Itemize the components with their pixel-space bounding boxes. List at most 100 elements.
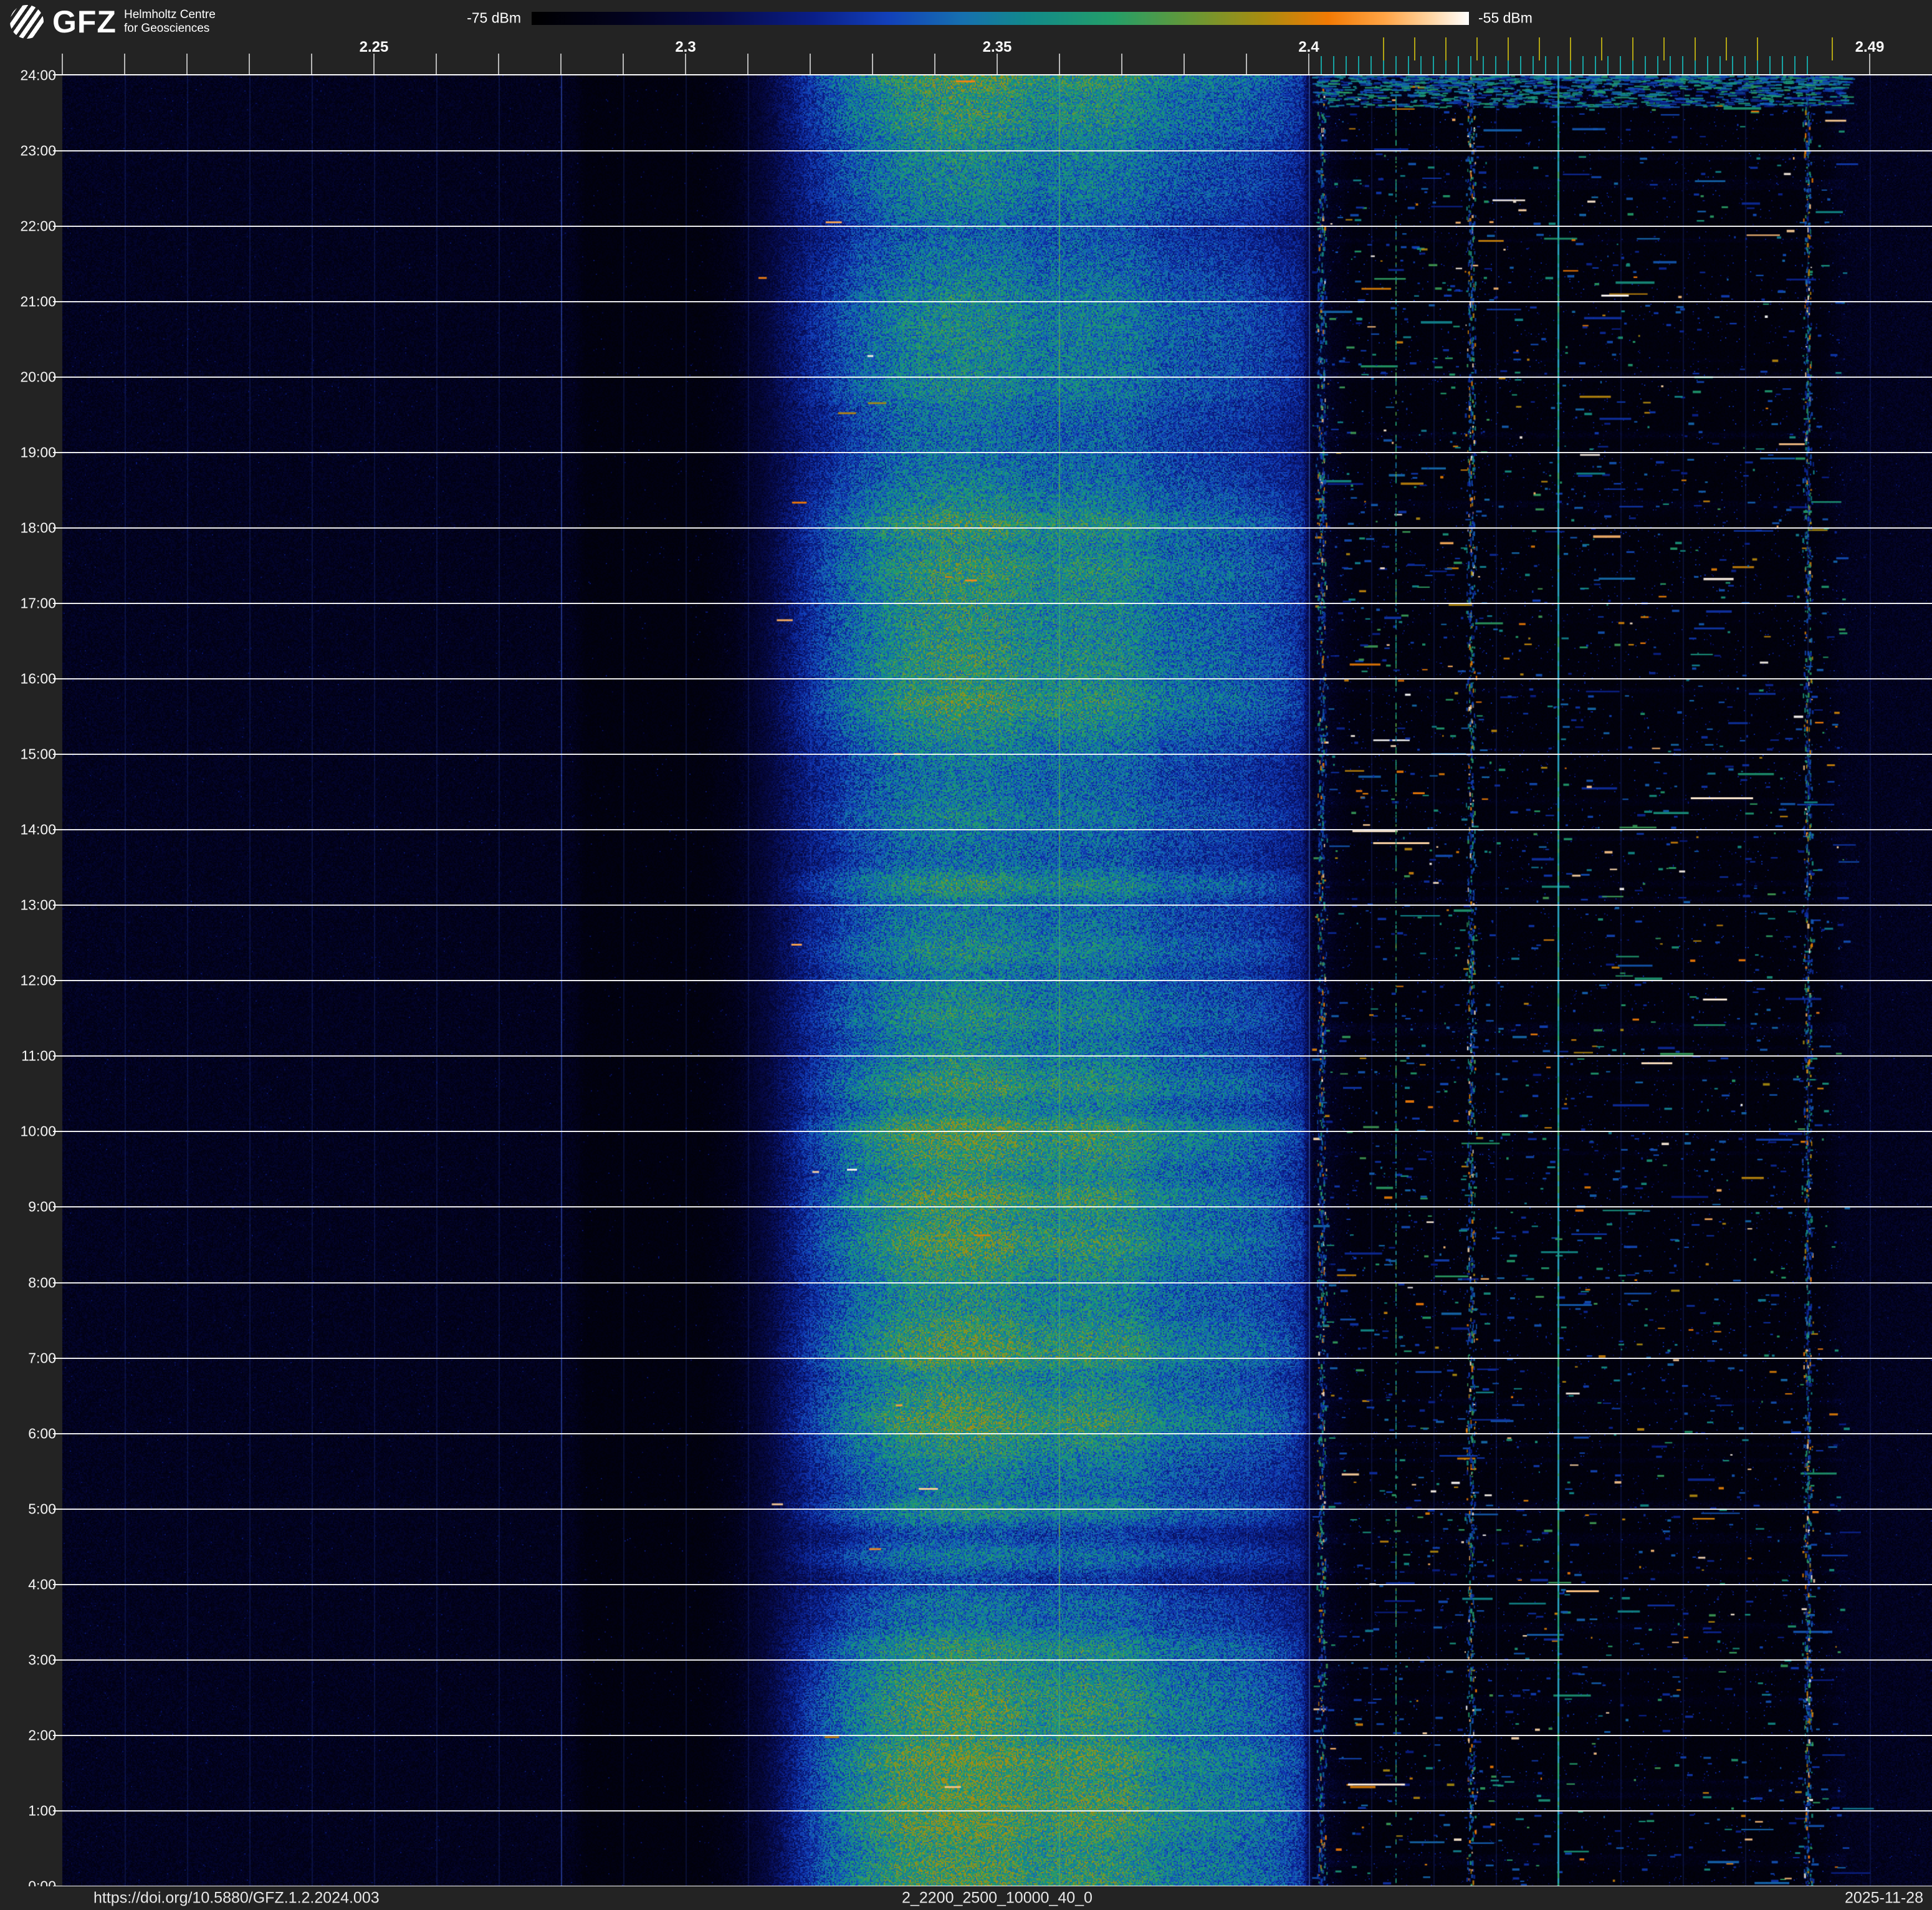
ble-channel-tick xyxy=(1346,56,1347,74)
footer-date: 2025-11-28 xyxy=(1844,1889,1923,1907)
freq-tick xyxy=(311,54,312,74)
freq-tick xyxy=(1121,54,1122,74)
ble-channel-tick xyxy=(1807,56,1808,74)
time-axis-label: 4:00 xyxy=(28,1576,56,1593)
freq-tick xyxy=(373,54,375,74)
time-axis-label: 8:00 xyxy=(28,1274,56,1291)
hour-gridline xyxy=(53,1055,1932,1057)
hour-gridline xyxy=(53,1357,1932,1359)
wifi-channel-tick xyxy=(1445,37,1447,60)
freq-tick xyxy=(62,54,63,74)
time-axis-label: 23:00 xyxy=(20,142,56,159)
hour-gridline xyxy=(53,150,1932,152)
wifi-channel-tick xyxy=(1757,37,1758,60)
ble-channel-tick xyxy=(1458,56,1459,74)
ble-channel-tick xyxy=(1333,56,1334,74)
ble-channel-tick xyxy=(1395,56,1397,74)
gfz-logo-subtitle-line2: for Geosciences xyxy=(123,22,210,35)
wifi-channel-tick xyxy=(1570,37,1571,60)
ble-channel-tick xyxy=(1582,56,1584,74)
ble-channel-tick xyxy=(1408,56,1409,74)
wifi-channel-tick xyxy=(1539,37,1540,60)
hour-gridline xyxy=(53,1131,1932,1133)
freq-tick xyxy=(498,54,499,74)
hour-gridline xyxy=(53,678,1932,680)
gfz-logo-subtitle: Helmholtz Centre for Geosciences xyxy=(124,8,216,36)
time-axis-label: 2:00 xyxy=(28,1727,56,1744)
freq-axis-label: 2.35 xyxy=(982,39,1012,55)
colorbar-min-label: -75 dBm xyxy=(467,9,521,26)
ble-channel-tick xyxy=(1433,56,1434,74)
hour-gridline xyxy=(53,527,1932,529)
ble-channel-tick xyxy=(1645,56,1646,74)
footer-filename: 2_2200_2500_10000_40_0 xyxy=(902,1889,1093,1907)
wifi-channel-tick xyxy=(1414,37,1415,60)
ble-channel-tick xyxy=(1657,56,1658,74)
ble-channel-tick xyxy=(1358,56,1359,74)
gfz-logo-abbr: GFZ xyxy=(52,4,117,39)
time-axis-label: 17:00 xyxy=(20,595,56,612)
time-axis-label: 5:00 xyxy=(28,1500,56,1517)
time-axis-label: 18:00 xyxy=(20,519,56,536)
ble-channel-tick xyxy=(1420,56,1422,74)
ble-channel-tick xyxy=(1794,56,1796,74)
hour-gridline xyxy=(53,1734,1932,1736)
hour-gridline xyxy=(53,980,1932,982)
freq-tick xyxy=(560,54,562,74)
wifi-channel-tick xyxy=(1383,37,1384,60)
time-axis-label: 3:00 xyxy=(28,1651,56,1668)
freq-tick xyxy=(186,54,188,74)
wifi-channel-tick xyxy=(1476,37,1478,60)
wifi-channel-tick xyxy=(1632,37,1633,60)
freq-tick xyxy=(1246,54,1247,74)
time-axis-label: 6:00 xyxy=(28,1425,56,1442)
gfz-logo-subtitle-line1: Helmholtz Centre xyxy=(123,8,216,21)
freq-tick xyxy=(685,54,686,74)
freq-tick xyxy=(997,54,998,74)
time-axis-label: 21:00 xyxy=(20,293,56,310)
ble-channel-tick xyxy=(1769,56,1771,74)
ble-channel-tick xyxy=(1595,56,1596,74)
wifi-channel-tick xyxy=(1695,37,1696,60)
hour-gridline xyxy=(53,1659,1932,1661)
ble-channel-tick xyxy=(1744,56,1746,74)
time-axis-label: 19:00 xyxy=(20,444,56,461)
ble-channel-tick xyxy=(1682,56,1683,74)
ble-channel-tick xyxy=(1732,56,1733,74)
ble-channel-tick xyxy=(1607,56,1609,74)
gfz-logo-icon xyxy=(10,5,44,39)
freq-tick xyxy=(1869,54,1870,74)
freq-tick xyxy=(249,54,250,74)
freq-axis-label: 2.4 xyxy=(1298,39,1319,55)
hour-gridline xyxy=(53,1282,1932,1284)
ble-channel-tick xyxy=(1495,56,1496,74)
ble-channel-tick xyxy=(1719,56,1721,74)
wifi-channel-tick xyxy=(1832,37,1833,60)
time-axis-label: 1:00 xyxy=(28,1802,56,1819)
colorbar xyxy=(532,12,1469,25)
freq-tick xyxy=(436,54,437,74)
freq-tick xyxy=(1059,54,1060,74)
freq-tick xyxy=(124,54,125,74)
time-axis-label: 9:00 xyxy=(28,1198,56,1215)
spectrogram-report-page: { "header": { "logo": { "abbr": "GFZ", "… xyxy=(0,0,1932,1910)
ble-channel-tick xyxy=(1483,56,1484,74)
freq-tick xyxy=(1308,54,1309,74)
footer-doi-link[interactable]: https://doi.org/10.5880/GFZ.1.2.2024.003 xyxy=(93,1889,380,1908)
freq-tick xyxy=(934,54,935,74)
time-axis-label: 15:00 xyxy=(20,746,56,762)
freq-tick xyxy=(872,54,873,74)
freq-axis-label: 2.25 xyxy=(359,39,389,55)
hour-gridline xyxy=(53,754,1932,756)
ble-channel-tick xyxy=(1533,56,1534,74)
time-axis-label: 14:00 xyxy=(20,821,56,838)
wifi-channel-tick xyxy=(1663,37,1665,60)
colorbar-max-label: -55 dBm xyxy=(1478,9,1533,26)
freq-tick xyxy=(623,54,624,74)
wifi-channel-tick xyxy=(1601,37,1602,60)
hour-gridline xyxy=(53,377,1932,378)
ble-channel-tick xyxy=(1670,56,1671,74)
freq-tick xyxy=(747,54,748,74)
time-axis-label: 22:00 xyxy=(20,218,56,234)
ble-channel-tick xyxy=(1557,56,1559,74)
